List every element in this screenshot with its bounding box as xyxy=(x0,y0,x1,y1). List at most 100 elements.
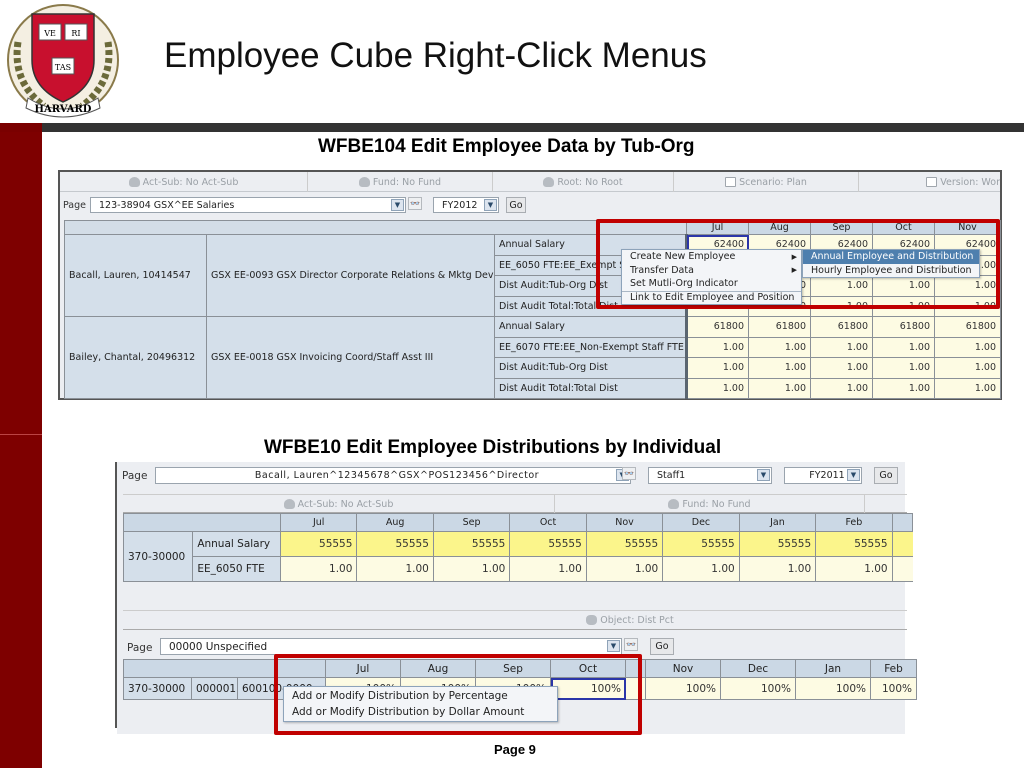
value-cell[interactable]: 61800 xyxy=(934,316,1001,338)
value-cell[interactable]: 55555 xyxy=(279,531,358,557)
measure-label-cell: Dist Audit Total:Total Dist xyxy=(494,377,688,399)
chevron-down-icon[interactable]: ▼ xyxy=(484,199,497,211)
menu-item-distribution-by-dollar-amount[interactable]: Add or Modify Distribution by Dollar Amo… xyxy=(284,704,557,720)
chevron-down-icon[interactable]: ▼ xyxy=(757,469,770,481)
menu-item-label: Hourly Employee and Distribution xyxy=(811,264,972,276)
staff-select[interactable]: Staff1 ▼ xyxy=(648,467,772,484)
value-cell[interactable]: 55555 xyxy=(432,531,511,557)
position-cell: GSX EE-0018 GSX Invoicing Coord/Staff As… xyxy=(206,316,495,399)
menu-item-label: Link to Edit Employee and Position xyxy=(630,292,795,304)
value-cell[interactable]: 1.00 xyxy=(279,556,358,582)
go-button[interactable]: Go xyxy=(874,467,898,484)
menu-item-hourly-employee-distribution[interactable]: Hourly Employee and Distribution xyxy=(803,264,979,278)
object-pov-bar[interactable]: Object: Dist Pct xyxy=(123,610,907,630)
year-select[interactable]: FY2012 ▼ xyxy=(433,197,499,213)
page-select[interactable]: 123-38904 GSX^EE Salaries ▼ xyxy=(90,197,406,213)
month-header: Nov xyxy=(585,513,664,532)
pov-root[interactable]: Root: No Root xyxy=(493,172,674,192)
context-menu: Create New Employee ▶ Transfer Data ▶ Set … xyxy=(621,249,802,305)
pov-scenario[interactable]: Scenario: Plan xyxy=(674,172,859,192)
page-select-lower[interactable]: 00000 Unspecified ▼ xyxy=(160,638,622,655)
value-cell[interactable]: 1.00 xyxy=(810,336,873,358)
value-cell[interactable]: 55555 xyxy=(662,531,740,557)
value-cell[interactable]: 100% xyxy=(870,677,917,700)
value-cell[interactable]: 1.00 xyxy=(748,336,811,358)
value-cell[interactable]: 1.00 xyxy=(934,357,1001,379)
value-cell[interactable]: 1.00 xyxy=(934,377,1001,399)
menu-item-transfer-data[interactable]: Transfer Data ▶ xyxy=(622,264,801,278)
value-cell[interactable]: 61800 xyxy=(872,316,935,338)
value-cell[interactable]: 55555 xyxy=(356,531,434,557)
value-cell[interactable]: 1.00 xyxy=(686,357,749,379)
calendar-icon xyxy=(926,177,938,187)
go-button[interactable]: Go xyxy=(650,638,674,655)
value-cell[interactable]: 1.00 xyxy=(686,377,749,399)
value-cell[interactable]: 1.00 xyxy=(872,377,935,399)
value-cell[interactable]: 61800 xyxy=(810,316,873,338)
pov-bar: Act-Sub: No Act-Sub Fund: No Fund Root: … xyxy=(60,172,1000,192)
month-header: Aug xyxy=(356,513,434,532)
value-cell[interactable]: 100% xyxy=(720,677,796,700)
value-cell[interactable]: 55555 xyxy=(585,531,664,557)
grid-header-row: Jul Aug Sep Oct Nov Dec Jan Feb xyxy=(123,513,914,532)
menu-item-link-edit-employee-position[interactable]: Link to Edit Employee and Position xyxy=(622,290,801,305)
value-cell[interactable]: 1.00 xyxy=(432,556,511,582)
dimension-icon xyxy=(128,177,140,187)
value-cell[interactable]: 100% xyxy=(645,677,721,700)
year-select-value: FY2011 xyxy=(809,470,845,481)
chevron-down-icon[interactable]: ▼ xyxy=(847,469,860,481)
value-cell[interactable]: 1.00 xyxy=(356,556,434,582)
pov-act-sub[interactable]: Act-Sub: No Act-Sub xyxy=(123,495,555,513)
employee-name-cell: Bacall, Lauren, 10414547 xyxy=(64,234,207,317)
pov-label: Object: Dist Pct xyxy=(600,614,674,626)
chevron-down-icon[interactable]: ▼ xyxy=(607,640,620,652)
measure-label-cell: Annual Salary xyxy=(192,531,281,557)
value-cell[interactable]: 1.00 xyxy=(810,357,873,379)
menu-item-annual-employee-distribution[interactable]: Annual Employee and Distribution xyxy=(803,250,979,264)
month-header: Dec xyxy=(662,513,740,532)
binoculars-icon[interactable]: 👓 xyxy=(622,467,636,480)
page-select-value: 00000 Unspecified xyxy=(169,640,268,653)
value-cell[interactable]: 1.00 xyxy=(815,556,893,582)
section2-title: WFBE10 Edit Employee Distributions by In… xyxy=(264,437,722,458)
position-cell: GSX EE-0093 GSX Director Corporate Relat… xyxy=(206,234,495,317)
value-cell[interactable]: 55555 xyxy=(738,531,817,557)
binoculars-icon[interactable]: 👓 xyxy=(624,638,638,651)
chevron-down-icon[interactable]: ▼ xyxy=(391,199,404,211)
menu-item-distribution-by-percentage[interactable]: Add or Modify Distribution by Percentage xyxy=(284,688,557,704)
year-select[interactable]: FY2011 ▼ xyxy=(784,467,862,484)
page-number: Page 9 xyxy=(494,742,536,757)
value-cell[interactable]: 1.00 xyxy=(934,336,1001,358)
value-cell[interactable]: 100% xyxy=(795,677,871,700)
menu-item-set-multi-org-indicator[interactable]: Set Mutli-Org Indicator xyxy=(622,277,801,291)
header-blank xyxy=(123,513,281,532)
month-header: Jul xyxy=(279,513,358,532)
value-cell[interactable]: 1.00 xyxy=(509,556,587,582)
pov-act-sub[interactable]: Act-Sub: No Act-Sub xyxy=(60,172,308,192)
value-cell[interactable]: 55555 xyxy=(815,531,893,557)
value-cell[interactable]: 61800 xyxy=(686,316,749,338)
value-cell[interactable]: 1.00 xyxy=(748,357,811,379)
value-cell[interactable]: 1.00 xyxy=(872,336,935,358)
value-cell[interactable]: 1.00 xyxy=(738,556,817,582)
menu-item-create-new-employee[interactable]: Create New Employee ▶ xyxy=(622,250,801,264)
value-cell[interactable]: 55555 xyxy=(509,531,587,557)
pov-fund[interactable]: Fund: No Fund xyxy=(555,495,865,513)
value-cell[interactable]: 1.00 xyxy=(810,377,873,399)
pov-fund[interactable]: Fund: No Fund xyxy=(308,172,493,192)
value-cell[interactable]: 1.00 xyxy=(686,336,749,358)
value-cell[interactable]: 1.00 xyxy=(748,377,811,399)
pov-version[interactable]: Version: Wor xyxy=(859,172,1000,192)
page-select[interactable]: Bacall, Lauren^12345678^GSX^POS123456^Di… xyxy=(155,467,631,484)
staff-select-value: Staff1 xyxy=(657,470,686,481)
value-cell[interactable]: 1.00 xyxy=(662,556,740,582)
binoculars-icon[interactable]: 👓 xyxy=(408,197,422,210)
pov-label: Act-Sub: No Act-Sub xyxy=(142,176,239,188)
value-cell[interactable]: 61800 xyxy=(748,316,811,338)
pov-label: Version: Wor xyxy=(940,176,1000,188)
value-cell[interactable]: 1.00 xyxy=(872,357,935,379)
go-button[interactable]: Go xyxy=(506,197,526,213)
month-header: Jan xyxy=(738,513,817,532)
pov-label: Fund: No Fund xyxy=(372,176,442,188)
value-cell[interactable]: 1.00 xyxy=(585,556,664,582)
